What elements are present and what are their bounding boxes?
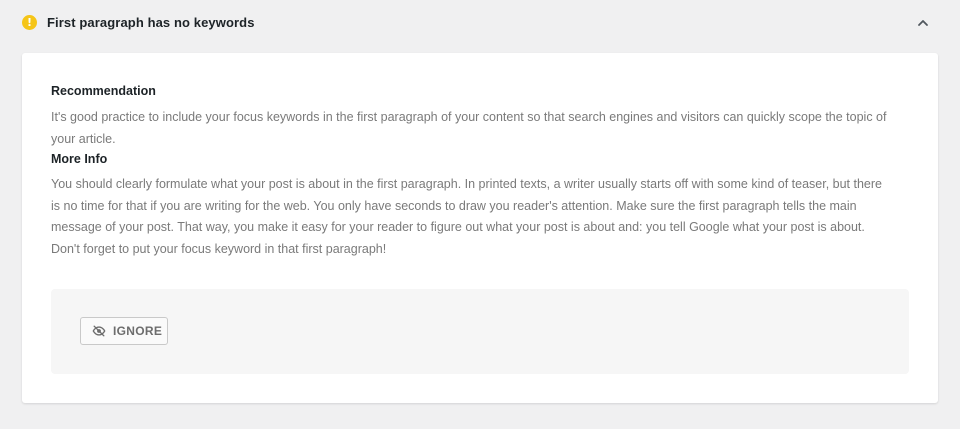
ignore-button-label: IGNORE — [113, 324, 163, 338]
warning-icon: ! — [22, 15, 37, 30]
action-area: IGNORE — [51, 289, 909, 374]
issue-title: First paragraph has no keywords — [47, 15, 255, 30]
recommendation-heading: Recommendation — [51, 84, 156, 98]
ignore-button[interactable]: IGNORE — [80, 317, 168, 345]
chevron-up-icon[interactable] — [915, 15, 931, 31]
issue-header[interactable]: ! First paragraph has no keywords — [0, 0, 960, 46]
eye-slash-icon — [92, 325, 106, 337]
more-info-text: You should clearly formulate what your p… — [51, 177, 882, 256]
issue-details-card: Recommendation It's good practice to inc… — [22, 53, 938, 403]
more-info-heading: More Info — [51, 152, 108, 166]
recommendation-text: It's good practice to include your focus… — [51, 110, 887, 146]
